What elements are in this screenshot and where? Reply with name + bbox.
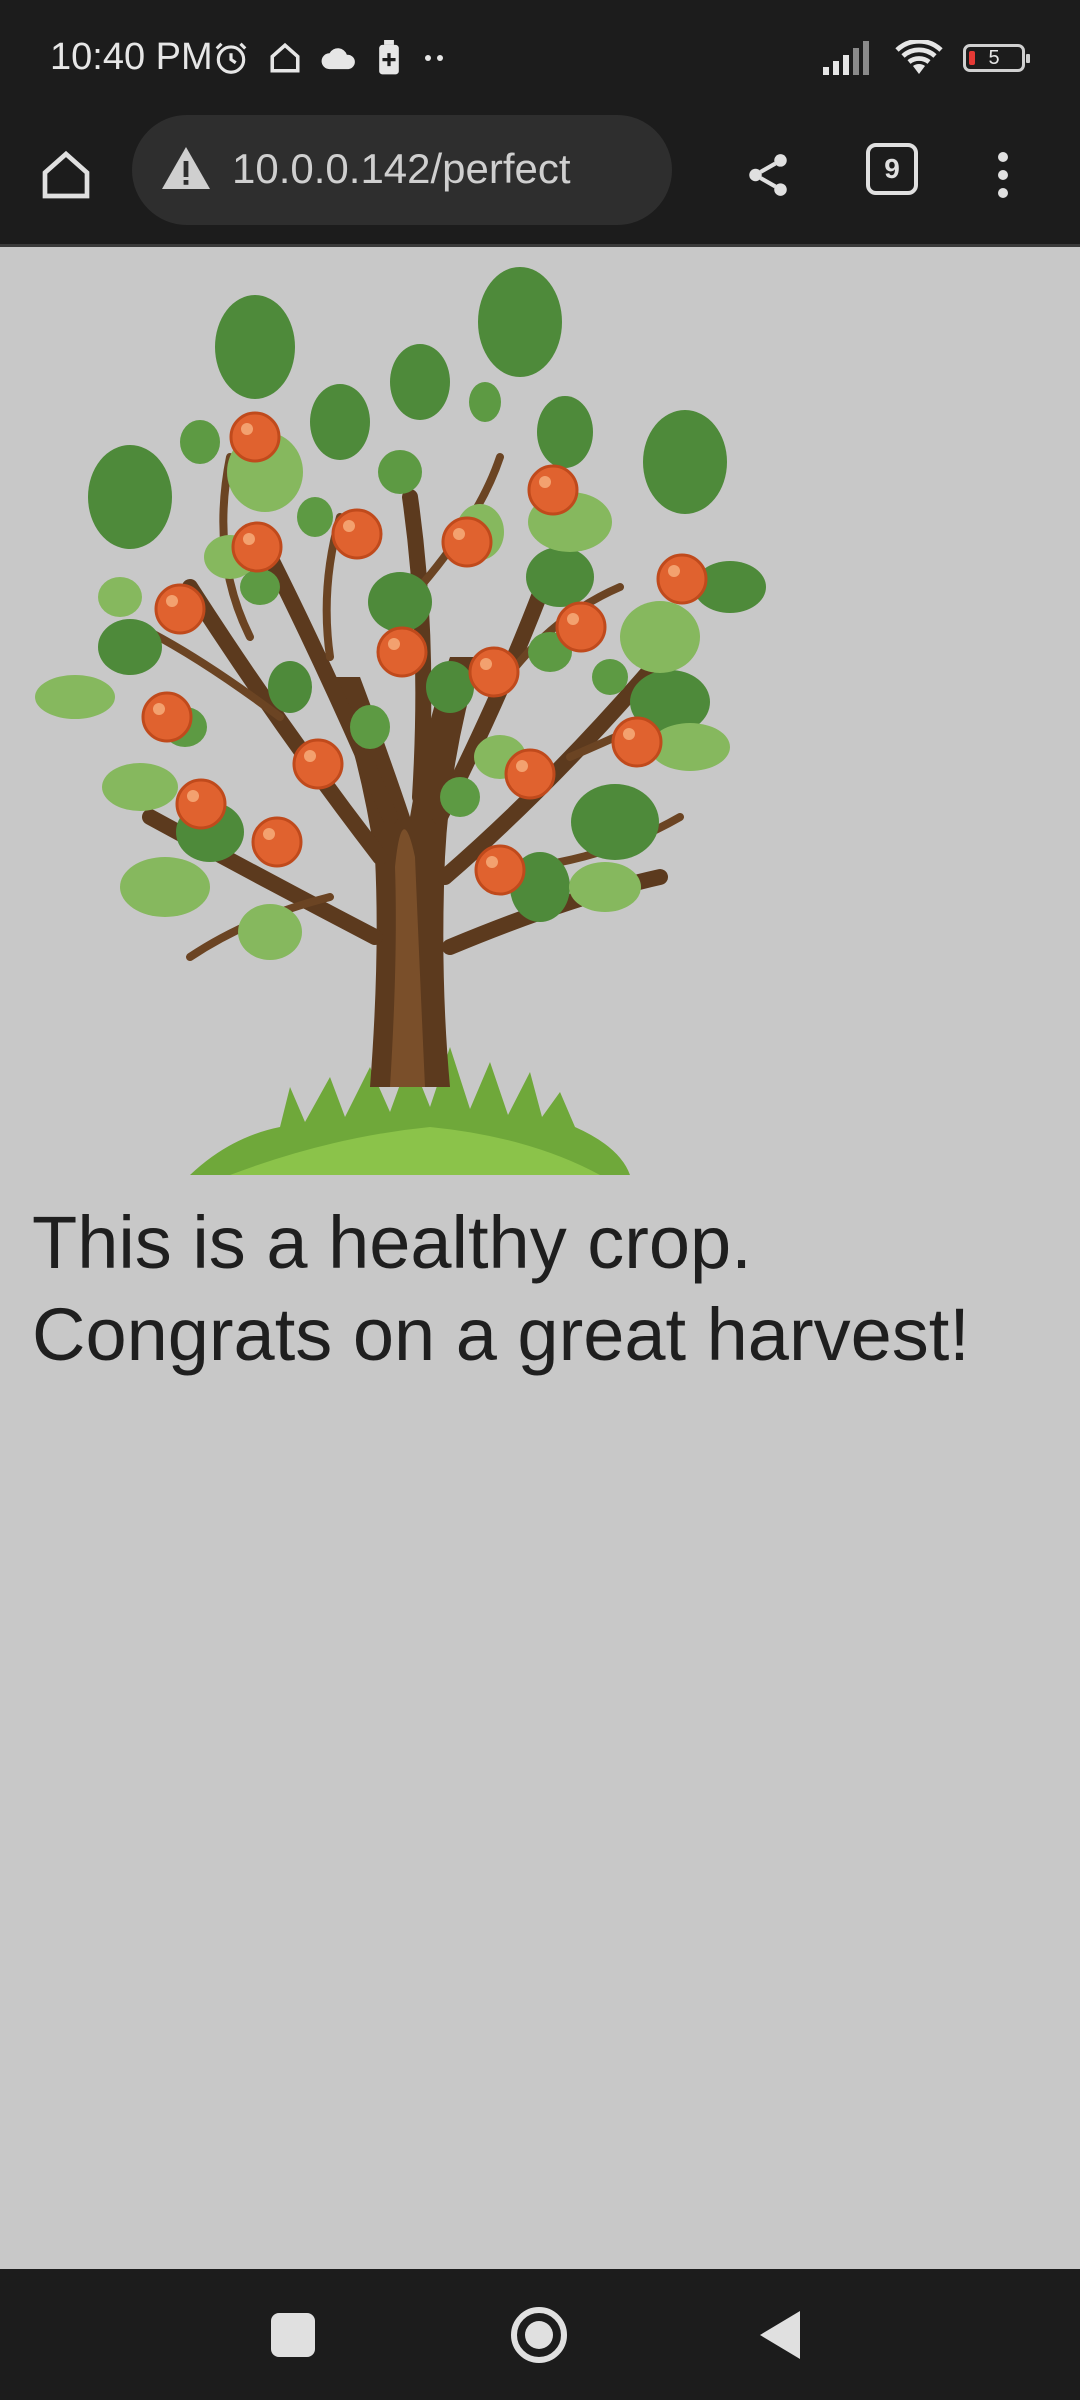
web-page-content: This is a healthy crop. Congrats on a gr… (0, 247, 1080, 2269)
warning-icon[interactable] (160, 145, 212, 191)
overflow-menu-button[interactable] (980, 135, 1026, 215)
browser-toolbar: 10.0.0.142/perfect 9 (0, 115, 1080, 247)
recents-button[interactable] (271, 2313, 315, 2357)
battery-saver-icon (379, 40, 399, 75)
status-notification-icons (212, 38, 450, 78)
share-icon (749, 154, 787, 196)
status-time: 10:40 PM (50, 36, 213, 78)
home-status-icon (270, 42, 300, 73)
home-button[interactable] (28, 137, 104, 213)
nav-home-button[interactable] (511, 2307, 567, 2363)
alarm-icon (215, 42, 247, 74)
share-button[interactable] (730, 137, 806, 213)
menu-dot (998, 170, 1008, 180)
status-system-icons: 5 (823, 38, 1030, 78)
home-icon (42, 150, 90, 199)
menu-dot (998, 152, 1008, 162)
harvest-message: This is a healthy crop. Congrats on a gr… (32, 1201, 970, 1376)
back-button[interactable] (760, 2311, 800, 2359)
url-text[interactable]: 10.0.0.142/perfect (232, 145, 571, 193)
more-dots-icon (425, 55, 443, 61)
tab-switcher-button[interactable]: 9 (866, 143, 918, 195)
wifi-icon (895, 40, 943, 74)
status-bar: 10:40 PM 5 (0, 0, 1080, 115)
cloud-icon (321, 48, 355, 70)
system-navigation-bar (0, 2269, 1080, 2400)
battery-indicator: 5 (963, 44, 1030, 72)
apple-tree-illustration (35, 267, 766, 1175)
menu-dot (998, 188, 1008, 198)
signal-icon (823, 41, 869, 75)
